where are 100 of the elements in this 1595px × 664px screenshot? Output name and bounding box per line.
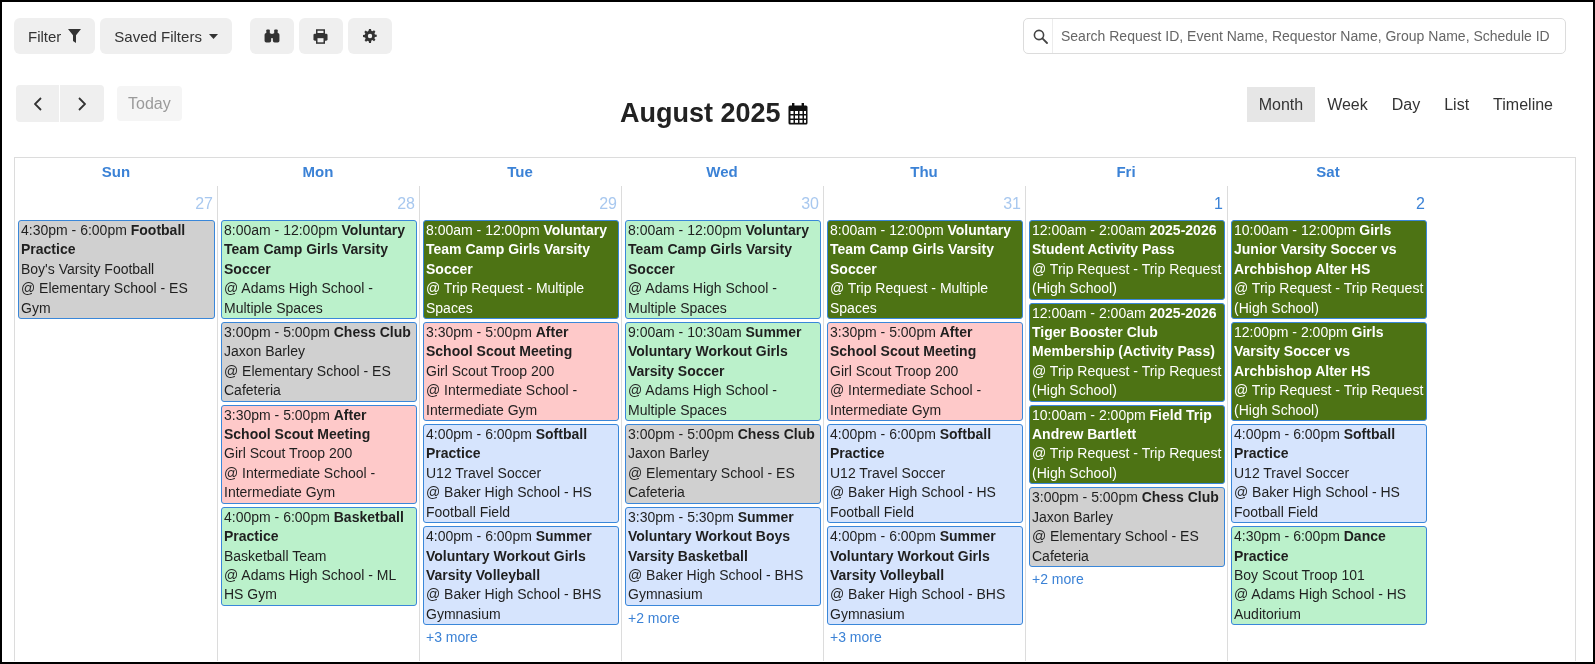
event-location: @ Elementary School - ES Cafeteria [1032,527,1200,566]
event-location: @ Trip Request - Trip Request (High School) [1234,279,1425,318]
event-heading: 12:00am - 2:00am 2025-2026 Tiger Booster Club Membership (Activity Pass) [1032,303,1218,362]
event-group: Boy's Varsity Football [21,259,213,280]
calendar-icon[interactable] [788,102,809,125]
previous-button[interactable] [16,85,60,122]
event-heading: 10:00am - 2:00pm Field Trip Andrew Bartlett [1032,405,1213,445]
event-location: @ Intermediate School - Intermediate Gym [830,381,983,420]
view-tab[interactable]: Week [1315,87,1380,122]
event-location: @ Baker High School - BHS Gymnasium [426,585,603,624]
event-heading: 3:00pm - 5:00pm Chess Club [628,425,816,445]
event-card[interactable]: 3:30pm - 5:30pm Summer Voluntary Workout Boys Varsity Basketball @ Baker High School - BHS Gymnasium [625,506,821,606]
event-group: Girl Scout Troop 200 [426,361,617,382]
event-card[interactable]: 3:30pm - 5:00pm After School Scout Meeting Girl Scout Troop 200 @ Intermediate School - Intermediate Gym [423,322,619,422]
event-card[interactable]: 4:00pm - 6:00pm Softball Practice U12 Travel Soccer @ Baker High School - HS Football Field [423,424,619,524]
event-group: U12 Travel Soccer [830,463,1021,484]
month-title: August 2025 [619,98,781,129]
event-card[interactable]: 8:00am - 12:00pm Voluntary Team Camp Girls Varsity Soccer @ Trip Request - Multiple Spaces [423,220,619,320]
search-icon [1032,28,1048,44]
search-field[interactable]: Search Request ID, Event Name, Requestor Name, Group Name, Schedule ID [1023,18,1566,54]
more-events-link[interactable]: +3 more [423,628,478,648]
event-heading: 4:00pm - 6:00pm Softball Practice [1234,425,1397,464]
event-card[interactable]: 10:00am - 12:00pm Girls Junior Varsity Soccer vs Archbishop Alter HS @ Trip Request - Trip Request (High School) [1231,220,1427,320]
event-location: @ Baker High School - HS Football Field [426,483,593,522]
event-heading: 8:00am - 12:00pm Voluntary Team Camp Girls Varsity Soccer [426,221,609,279]
view-tab[interactable]: List [1432,87,1482,122]
event-location: @ Trip Request - Multiple Spaces [426,279,586,318]
view-tab[interactable]: Month [1246,87,1316,122]
event-card[interactable]: 3:00pm - 5:00pm Chess Club Jaxon Barley @ Elementary School - ES Cafeteria [221,322,417,402]
event-location: @ Adams High School - Multiple Spaces [628,279,778,318]
chevron-right-icon [78,96,86,111]
weekday-label: Sat [1316,163,1340,181]
event-heading: 4:00pm - 6:00pm Softball Practice [426,425,589,464]
event-card[interactable]: 3:30pm - 5:00pm After School Scout Meeting Girl Scout Troop 200 @ Intermediate School - Intermediate Gym [221,404,417,504]
event-location: @ Adams High School - ML HS Gym [224,565,397,605]
event-location: @ Trip Request - Trip Request (High School) [1032,444,1223,483]
event-location: @ Intermediate School - Intermediate Gym [224,463,377,503]
weekday-label: Wed [706,163,738,181]
event-location: @ Adams High School - HS Auditorium [1234,585,1408,624]
event-heading: 3:30pm - 5:00pm After School Scout Meeting [224,405,372,445]
event-card[interactable]: 4:30pm - 6:00pm Football Practice Boy's Varsity Football @ Elementary School - ES Gym [18,220,215,320]
settings-button[interactable] [347,18,392,54]
event-card[interactable]: 4:00pm - 6:00pm Softball Practice U12 Travel Soccer @ Baker High School - HS Football Field [827,424,1023,524]
event-heading: 8:00am - 12:00pm Voluntary Team Camp Girls Varsity Soccer [830,221,1013,279]
event-heading: 3:00pm - 5:00pm Chess Club [224,323,412,343]
event-location: @ Baker High School - HS Football Field [830,483,997,522]
event-location: @ Elementary School - ES Gym [21,279,189,318]
event-heading: 9:00am - 10:30am Summer Voluntary Workout Girls Varsity Soccer [628,323,803,381]
event-card[interactable]: 4:00pm - 6:00pm Summer Voluntary Workout Girls Varsity Volleyball @ Baker High School - BHS Gymnasium [423,526,619,626]
event-card[interactable]: 8:00am - 12:00pm Voluntary Team Camp Girls Varsity Soccer @ Trip Request - Multiple Spaces [827,220,1023,320]
event-heading: 3:30pm - 5:00pm After School Scout Meeting [830,323,978,362]
event-card[interactable]: 12:00pm - 2:00pm Girls Varsity Soccer vs Archbishop Alter HS @ Trip Request - Trip Request (High School) [1231,322,1427,422]
event-card[interactable]: 3:30pm - 5:00pm After School Scout Meeting Girl Scout Troop 200 @ Intermediate School - Intermediate Gym [827,322,1023,422]
filter-button[interactable]: Filter [14,18,96,54]
event-heading: 3:30pm - 5:00pm After School Scout Meeting [426,323,574,362]
event-card[interactable]: 4:00pm - 6:00pm Softball Practice U12 Travel Soccer @ Baker High School - HS Football Field [1231,424,1427,524]
date-number[interactable]: 1 [1214,193,1223,213]
weekday-label: Sun [101,163,131,181]
saved-filters-button[interactable]: Saved Filters [100,18,232,54]
weekday-label: Thu [910,163,938,181]
event-card[interactable]: 3:00pm - 5:00pm Chess Club Jaxon Barley @ Elementary School - ES Cafeteria [625,424,821,504]
more-events-link[interactable]: +3 more [827,628,882,648]
view-tab[interactable]: Day [1379,87,1433,122]
event-card[interactable]: 9:00am - 10:30am Summer Voluntary Workout Girls Varsity Soccer @ Adams High School - Multiple Spaces [625,322,821,422]
date-number[interactable]: 2 [1416,193,1425,213]
weekday-label: Fri [1116,163,1136,181]
event-heading: 4:00pm - 6:00pm Summer Voluntary Workout Girls Varsity Volleyball [426,527,593,585]
event-heading: 4:30pm - 6:00pm Football Practice [21,221,187,260]
more-events-link[interactable]: +2 more [625,608,680,628]
event-heading: 4:00pm - 6:00pm Basketball Practice [224,507,405,547]
event-card[interactable]: 4:00pm - 6:00pm Summer Voluntary Workout Girls Varsity Volleyball @ Baker High School - BHS Gymnasium [827,526,1023,626]
event-group: Girl Scout Troop 200 [224,444,415,464]
binoculars-button[interactable] [249,18,294,54]
view-tab[interactable]: Timeline [1481,87,1565,122]
event-heading: 12:00pm - 2:00pm Girls Varsity Soccer vs Archbishop Alter HS [1234,323,1385,381]
event-card[interactable]: 10:00am - 2:00pm Field Trip Andrew Bartlett @ Trip Request - Trip Request (High School) [1029,404,1225,485]
event-group: Jaxon Barley [224,342,415,362]
event-heading: 3:30pm - 5:30pm Summer Voluntary Workout Boys Varsity Basketball [628,507,795,566]
event-card[interactable]: 8:00am - 12:00pm Voluntary Team Camp Girls Varsity Soccer @ Adams High School - Multiple Spaces [221,220,417,320]
event-card[interactable]: 4:30pm - 6:00pm Dance Practice Boy Scout Troop 101 @ Adams High School - HS Auditorium [1231,526,1427,626]
event-location: @ Intermediate School - Intermediate Gym [426,381,579,420]
event-card[interactable]: 8:00am - 12:00pm Voluntary Team Camp Girls Varsity Soccer @ Adams High School - Multiple Spaces [625,220,821,320]
event-location: @ Adams High School - Multiple Spaces [628,381,778,420]
event-heading: 4:00pm - 6:00pm Softball Practice [830,425,993,464]
event-location: @ Trip Request - Trip Request (High School) [1032,259,1223,299]
event-heading: 4:00pm - 6:00pm Summer Voluntary Workout Girls Varsity Volleyball [830,527,997,585]
event-location: @ Trip Request - Trip Request (High School) [1032,361,1223,401]
event-location: @ Adams High School - Multiple Spaces [224,279,374,318]
funnel-icon [68,29,82,43]
weekday-label: Mon [302,163,334,181]
event-heading: 8:00am - 12:00pm Voluntary Team Camp Girls Varsity Soccer [628,221,811,279]
event-card[interactable]: 3:00pm - 5:00pm Chess Club Jaxon Barley @ Elementary School - ES Cafeteria [1029,487,1225,567]
more-events-link[interactable]: +2 more [1029,569,1084,589]
event-group: U12 Travel Soccer [1234,463,1425,484]
print-button[interactable] [298,18,343,54]
event-card[interactable]: 12:00am - 2:00am 2025-2026 Student Activity Pass @ Trip Request - Trip Request (High School) [1029,220,1225,300]
next-button[interactable] [60,85,104,122]
event-card[interactable]: 4:00pm - 6:00pm Basketball Practice Basketball Team @ Adams High School - ML HS Gym [221,506,417,606]
event-card[interactable]: 12:00am - 2:00am 2025-2026 Tiger Booster Club Membership (Activity Pass) @ Trip Request - Trip Request (High School) [1029,302,1225,402]
event-location: @ Baker High School - BHS Gymnasium [830,585,1007,624]
